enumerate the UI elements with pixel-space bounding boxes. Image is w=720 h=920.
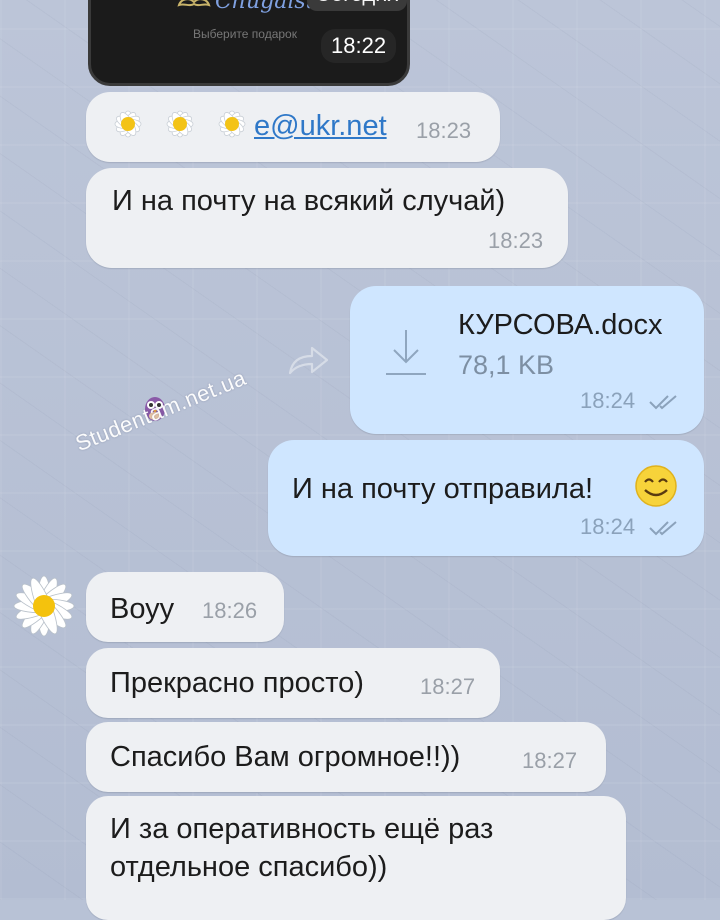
message-text: Воуу [110,593,175,625]
daisy-emoji [114,110,142,138]
message-bubble[interactable]: Спасибо Вам огромное!!)) 18:27 [86,722,606,792]
message-bubble[interactable]: И на почту отправила! 18:24 [268,440,704,556]
message-bubble[interactable]: Прекрасно просто) 18:27 [86,648,500,718]
message-time: 18:23 [488,228,544,253]
message-bubble[interactable]: И за оперативность ещё раз отдельное спа… [86,796,626,920]
image-message[interactable]: Chugaister Выберите подарок Сегодня 18:2… [88,0,410,86]
date-chip: Сегодня [307,0,407,11]
message-time: 18:22 [321,29,397,63]
file-name: КУРСОВА.docx [458,309,663,341]
message-time: 18:27 [522,748,578,773]
message-text: Прекрасно просто) [110,667,364,699]
download-icon[interactable] [384,326,428,378]
file-size: 78,1 KB [458,350,555,380]
message-text: Спасибо Вам огромное!!)) [110,741,461,773]
forward-icon[interactable] [286,345,330,377]
email-link[interactable]: e@ukr.net [254,110,387,143]
smiley-emoji [635,465,677,507]
message-bubble[interactable]: Воуу 18:26 [86,572,284,642]
message-time: 18:24 [580,388,636,413]
logo-subtitle: Выберите подарок [193,27,297,41]
daisy-emoji [166,110,194,138]
message-time: 18:23 [416,118,472,143]
avatar[interactable] [6,570,82,642]
message-time: 18:26 [202,598,258,623]
read-checks-icon [649,395,677,410]
daisy-emoji [218,110,246,138]
message-time: 18:27 [420,674,476,699]
message-text: И на почту на всякий случай) [112,185,506,217]
file-message[interactable]: КУРСОВА.docx 78,1 KB 18:24 [350,286,704,434]
message-text-line2: отдельное спасибо)) [110,851,388,883]
message-bubble[interactable]: И на почту на всякий случай) 18:23 [86,168,568,268]
message-time: 18:24 [580,514,636,539]
message-text: И на почту отправила! [292,473,594,505]
message-text-line1: И за оперативность ещё раз [110,813,494,845]
mustache-icon [177,0,211,7]
read-checks-icon [649,521,677,536]
